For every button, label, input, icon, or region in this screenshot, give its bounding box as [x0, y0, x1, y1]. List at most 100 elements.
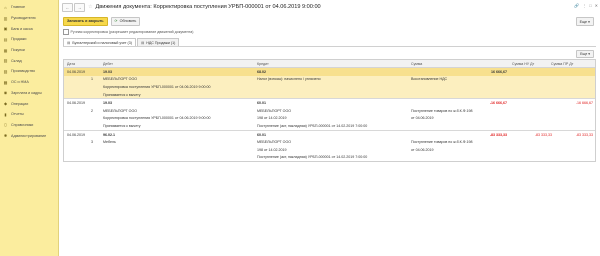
favorite-star-icon[interactable]: ☆ — [88, 4, 92, 10]
sidebar-item-1[interactable]: ▥ Руководителю — [0, 13, 58, 24]
header-sum-pr-dt[interactable]: Сумма ПР Дт — [551, 62, 573, 66]
cell-debit: 19.03 — [103, 101, 112, 106]
toolbar: Записать и закрыть ⟳ Обновить — [63, 16, 600, 26]
sidebar-item-8[interactable]: ◉ Зарплата и кадры — [0, 88, 58, 99]
cell-date: 04.06.2019 — [67, 132, 85, 137]
people-icon: ◉ — [3, 90, 8, 96]
sidebar-item-label: Администрирование — [11, 133, 47, 138]
back-button[interactable]: ← — [62, 2, 73, 12]
manual-correction-checkbox-row[interactable]: Ручная корректировка (разрешает редактир… — [63, 29, 193, 35]
header-date[interactable]: Дата — [67, 62, 75, 66]
table-row[interactable]: Принимается к вычету — [64, 90, 595, 99]
book-icon: ▯ — [4, 122, 7, 128]
cell-sum: Восстановление НДС — [411, 77, 448, 82]
cell-credit: Поступление (акт, накладная) УРБП-000001… — [257, 155, 368, 160]
operations-icon: ◆ — [3, 101, 8, 107]
cell-sum: -83 333,33 — [489, 132, 507, 137]
sidebar-item-5[interactable]: ▧ Склад — [0, 55, 58, 66]
cell-credit: 198 от 14.02.2019 — [257, 147, 287, 152]
cell-sum: 16 666,67 — [491, 69, 507, 74]
table-header: Дата Дебет Кредит Сумма Сумма НУ Дт Сумм… — [64, 60, 595, 68]
table-row[interactable]: Поступление (акт, накладная) УРБП-000001… — [64, 154, 595, 162]
manual-correction-label: Ручная корректировка (разрешает редактир… — [70, 29, 194, 34]
menu-dots-icon[interactable]: ⋮ — [582, 3, 586, 8]
table-row[interactable]: Корректировка поступления УРБП-000001 от… — [64, 83, 595, 91]
header-debit[interactable]: Дебет — [103, 62, 113, 66]
cell-sum: Поступление товаров по ж.б.К.Ф.198 — [411, 108, 473, 113]
sidebar-item-4[interactable]: ▦ Покупки — [0, 45, 58, 56]
cell-n: 2 — [91, 108, 93, 113]
movements-table: Дата Дебет Кредит Сумма Сумма НУ Дт Сумм… — [63, 59, 596, 163]
table-row[interactable]: Принимается к вычету Поступление (акт, на… — [64, 122, 595, 130]
cell-date: 04.06.2019 — [67, 101, 85, 106]
table-row[interactable]: 04.06.2019 19.03 68.02 16 666,67 — [64, 68, 595, 76]
cell-credit: МЕБЕЛЬПОРТ ООО — [257, 108, 292, 113]
sidebar-item-10[interactable]: ▮ Отчеты — [0, 109, 58, 120]
register-icon: ▤ — [67, 40, 71, 45]
table-row[interactable]: 04.06.2019 19.03 60.01 -16 666,67 -16 666,67 — [64, 98, 595, 107]
sidebar-item-label: Банк и касса — [11, 26, 33, 31]
table-row[interactable]: 2 МЕБЕЛЬПОРТ ООО МЕБЕЛЬПОРТ ООО Поступление… — [64, 107, 595, 115]
cell-debit: Принимается к вычету — [103, 123, 141, 128]
sidebar-item-6[interactable]: ▨ Производство — [0, 66, 58, 77]
forward-button[interactable]: → — [74, 2, 85, 12]
sidebar-item-2[interactable]: ▣ Банк и касса — [0, 23, 58, 34]
cell-pr: -16 666,67 — [575, 101, 593, 106]
save-close-button[interactable]: Записать и закрыть — [63, 16, 108, 26]
cell-credit: 60.01 — [257, 132, 266, 137]
cell-credit: МЕБЕЛЬПОРТ ООО — [257, 140, 292, 145]
more-menu-button[interactable]: Еще ▾ — [575, 17, 594, 26]
sidebar-item-0[interactable]: ⌂ Главное — [0, 2, 58, 13]
sidebar-item-label: Операции — [11, 101, 29, 106]
header-credit[interactable]: Кредит — [257, 62, 269, 66]
report-icon: ▮ — [4, 111, 7, 117]
sidebar-item-11[interactable]: ▯ Справочники — [0, 120, 58, 131]
sidebar-item-7[interactable]: ▩ ОС и НМА — [0, 77, 58, 88]
title-bar: ← → ☆ Движения документа: Корректировка … — [59, 0, 600, 14]
cell-n: 3 — [91, 140, 93, 145]
grid-more-button[interactable]: Еще ▾ — [576, 50, 594, 58]
sidebar-item-3[interactable]: ▤ Продажи — [0, 34, 58, 45]
cell-debit: Принимается к вычету — [103, 92, 141, 97]
table-row[interactable]: 04.06.2019 96.02.1 60.01 -83 333,33 -83 333,… — [64, 129, 595, 139]
cell-debit: Мебель — [103, 140, 116, 145]
table-body: 04.06.2019 19.03 68.02 16 666,67 1 МЕБЕЛЬПОРТ… — [64, 68, 595, 161]
tab-vat-sales-label: НДС Продажи (1) — [146, 40, 176, 45]
header-sum[interactable]: Сумма — [411, 62, 422, 66]
cell-sum: от 04.06.2019 — [411, 147, 434, 152]
maximize-icon[interactable]: □ — [589, 3, 591, 8]
cell-credit: Налог (взносы): начислено / уплачено — [257, 77, 321, 82]
sidebar-item-label: Покупки — [11, 48, 25, 53]
sidebar-item-label: Зарплата и кадры — [11, 90, 42, 95]
cell-sum: от 04.06.2019 — [411, 116, 434, 121]
cell-credit: Поступление (акт, накладная) УРБП-000001… — [257, 123, 368, 128]
register-icon: ▤ — [140, 40, 145, 45]
tab-accounting-label: Бухгалтерский и налоговый учет (3) — [72, 40, 132, 45]
table-row[interactable]: 198 от 14.02.2019 от 04.06.2019 — [64, 146, 595, 154]
sidebar-item-label: Отчеты — [11, 112, 24, 117]
bank-icon: ▣ — [3, 26, 8, 32]
home-icon: ⌂ — [4, 4, 7, 10]
refresh-button[interactable]: ⟳ Обновить — [110, 16, 141, 26]
manual-correction-checkbox[interactable] — [63, 29, 69, 35]
cell-credit: 68.02 — [257, 69, 266, 74]
header-sum-nu-dt[interactable]: Сумма НУ Дт — [512, 62, 534, 66]
sidebar-item-label: Склад — [11, 58, 22, 63]
sidebar: ⌂ Главное ▥ Руководителю ▣ Банк и касса ▤ Прода… — [0, 0, 59, 256]
assets-icon: ▩ — [3, 79, 8, 85]
sidebar-item-9[interactable]: ◆ Операции — [0, 98, 58, 109]
table-row[interactable]: Корректировка поступления УРБП-000001 от… — [64, 115, 595, 123]
sidebar-item-label: ОС и НМА — [11, 80, 29, 85]
basket-icon: ▦ — [3, 47, 8, 53]
table-row[interactable]: 1 МЕБЕЛЬПОРТ ООО Налог (взносы): начислено… — [64, 75, 595, 84]
sidebar-item-label: Продажи — [11, 37, 27, 42]
cell-n: 1 — [91, 77, 93, 82]
link-icon[interactable]: 🔗 — [574, 3, 579, 8]
cell-credit: 60.01 — [257, 101, 266, 106]
close-icon[interactable]: ✕ — [595, 3, 598, 8]
sidebar-item-12[interactable]: ✱ Администрирование — [0, 130, 58, 141]
cell-debit: Корректировка поступления УРБП-000001 от… — [103, 116, 211, 121]
cell-credit: 198 от 14.02.2019 — [257, 116, 287, 121]
warehouse-icon: ▧ — [3, 58, 8, 64]
table-row[interactable]: 3 Мебель МЕБЕЛЬПОРТ ООО Поступление товаров… — [64, 138, 595, 146]
